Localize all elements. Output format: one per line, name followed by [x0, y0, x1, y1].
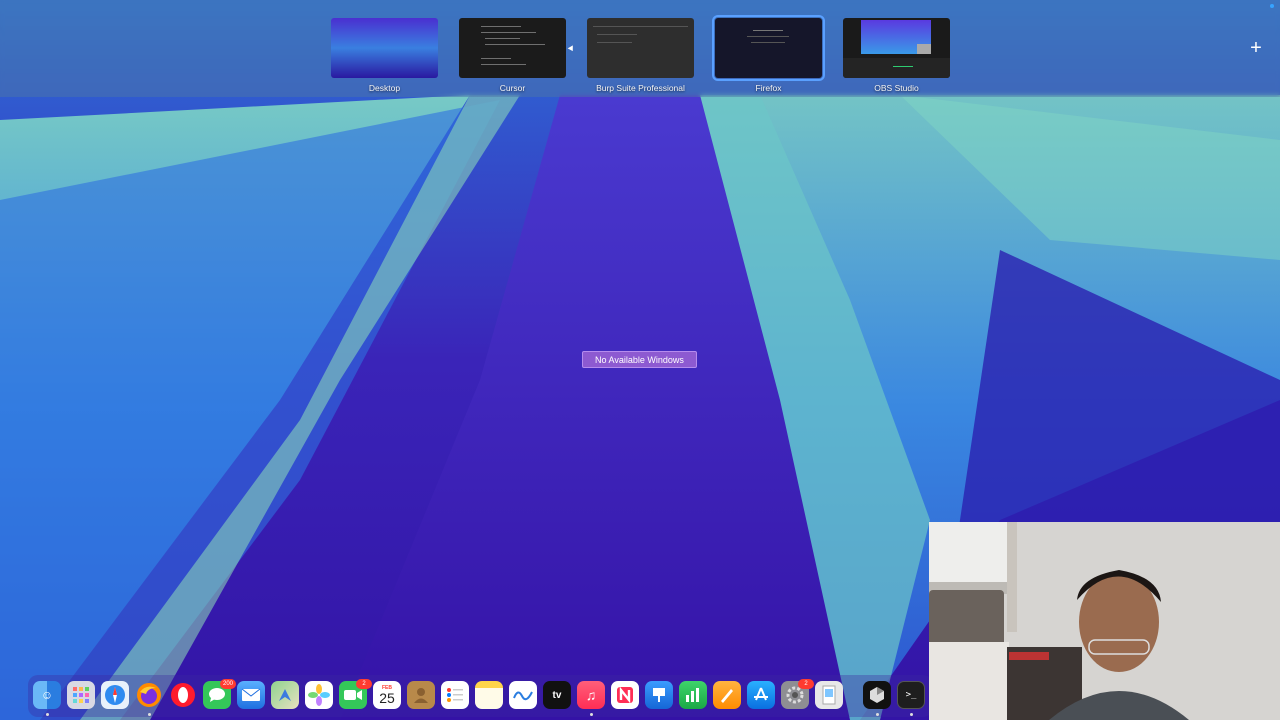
notes-icon[interactable] — [475, 681, 503, 709]
no-windows-label: No Available Windows — [582, 351, 697, 368]
app-store-icon[interactable] — [747, 681, 775, 709]
space-label: Firefox — [755, 83, 782, 93]
running-indicator — [910, 713, 913, 716]
running-indicator — [876, 713, 879, 716]
keynote-icon[interactable] — [645, 681, 673, 709]
music-icon[interactable]: ♫ — [577, 681, 605, 709]
tv-icon[interactable]: tv — [543, 681, 571, 709]
pages-icon[interactable] — [713, 681, 741, 709]
running-indicator — [148, 713, 151, 716]
running-indicator — [46, 713, 49, 716]
calendar-day: 25 — [379, 690, 395, 706]
space-burp-suite[interactable]: Burp Suite Professional — [587, 18, 694, 93]
status-dot — [1270, 4, 1274, 8]
finder-icon[interactable]: ☺ — [33, 681, 61, 709]
news-icon[interactable] — [611, 681, 639, 709]
space-thumbnail — [712, 15, 825, 81]
space-label: Cursor — [499, 83, 526, 93]
space-thumbnail — [843, 18, 950, 78]
settings-badge: 2 — [798, 679, 814, 689]
space-cursor[interactable]: Cursor — [459, 18, 566, 93]
terminal-icon[interactable]: >_ — [897, 681, 925, 709]
maps-icon[interactable] — [271, 681, 299, 709]
messages-badge: 200 — [220, 679, 236, 689]
running-indicator — [590, 713, 593, 716]
firefox-icon[interactable] — [135, 681, 163, 709]
space-thumbnail — [331, 18, 438, 78]
space-thumbnail — [459, 18, 566, 78]
space-desktop[interactable]: Desktop — [331, 18, 438, 93]
space-label: Burp Suite Professional — [596, 83, 685, 93]
space-label: Desktop — [368, 83, 401, 93]
space-obs-studio[interactable]: OBS Studio — [843, 18, 950, 93]
numbers-icon[interactable] — [679, 681, 707, 709]
space-firefox[interactable]: Firefox — [712, 15, 825, 93]
space-thumbnail — [587, 18, 694, 78]
calendar-icon[interactable]: FEB 25 — [373, 681, 401, 709]
webcam-overlay — [929, 522, 1280, 720]
launchpad-icon[interactable] — [67, 681, 95, 709]
safari-icon[interactable] — [101, 681, 129, 709]
contacts-icon[interactable] — [407, 681, 435, 709]
photos-icon[interactable] — [305, 681, 333, 709]
space-label: OBS Studio — [874, 83, 919, 93]
cursor-app-icon[interactable] — [863, 681, 891, 709]
freeform-icon[interactable] — [509, 681, 537, 709]
mail-icon[interactable] — [237, 681, 265, 709]
tv-label: tv — [552, 689, 562, 701]
reminders-icon[interactable] — [441, 681, 469, 709]
plus-icon[interactable]: + — [1246, 38, 1266, 58]
preview-icon[interactable] — [815, 681, 843, 709]
facetime-badge: 2 — [356, 679, 372, 689]
opera-icon[interactable] — [169, 681, 197, 709]
